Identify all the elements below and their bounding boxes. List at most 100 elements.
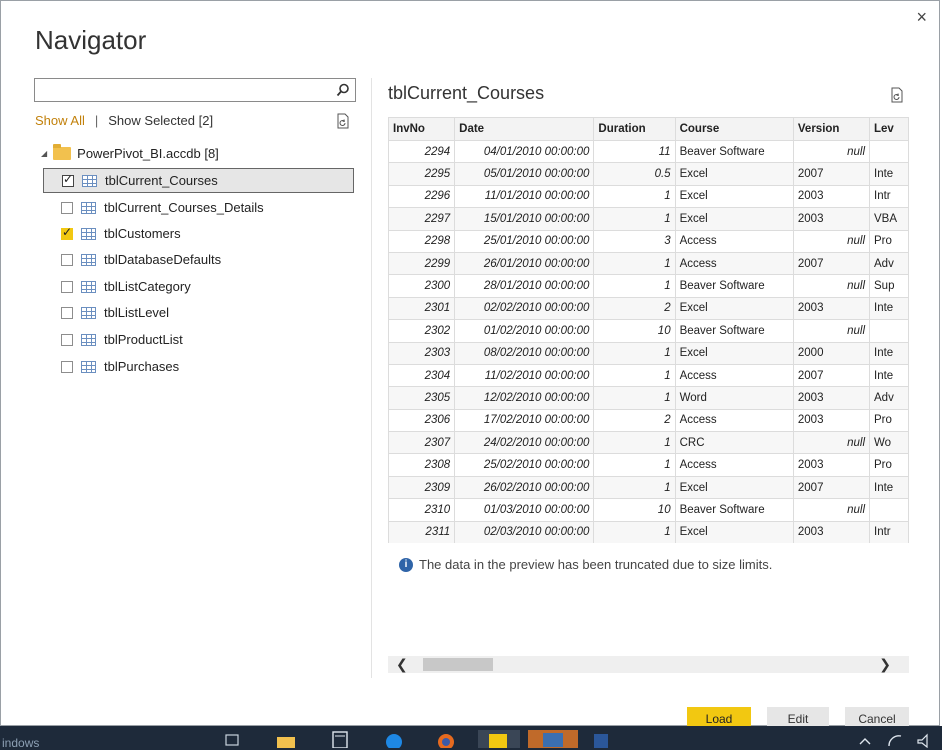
scroll-right-icon[interactable]: ❯ [879, 656, 891, 673]
scroll-left-icon[interactable]: ❮ [396, 656, 408, 673]
nav-item-tblProductList[interactable]: tblProductList [43, 327, 354, 352]
close-icon[interactable]: × [916, 7, 927, 28]
table-cell: Wo [869, 431, 909, 455]
table-row[interactable]: 2295 05/01/2010 00:00:00 0.5 Excel 2007 Inte [388, 162, 909, 186]
nav-item-tblCurrent_Courses_Details[interactable]: tblCurrent_Courses_Details [43, 195, 354, 220]
table-icon [81, 333, 96, 346]
table-row[interactable]: 2306 17/02/2010 00:00:00 2 Access 2003 Pro [388, 408, 909, 433]
table-row[interactable]: 2305 12/02/2010 00:00:00 1 Word 2003 Adv [388, 386, 909, 410]
table-row[interactable]: 2308 25/02/2010 00:00:00 1 Access 2003 Pro [388, 453, 909, 477]
table-row[interactable]: 2304 11/02/2010 00:00:00 1 Access 2007 Inte [388, 363, 909, 388]
table-cell: VBA [869, 207, 909, 231]
word-icon[interactable] [590, 730, 612, 748]
table-cell: 2007 [792, 475, 871, 500]
table-cell: 2297 [388, 207, 456, 231]
table-cell: Access [674, 229, 794, 253]
table-cell: Adv [869, 251, 909, 276]
table-row[interactable]: 2311 02/03/2010 00:00:00 1 Excel 2003 Intr [388, 520, 909, 543]
table-cell: null [792, 498, 871, 522]
collapse-arrow-icon[interactable]: ◢ [41, 149, 47, 158]
calculator-icon[interactable] [330, 730, 352, 749]
column-header[interactable]: InvNo [388, 117, 456, 141]
table-cell: 2306 [388, 408, 456, 433]
nav-item-tblCustomers[interactable]: tblCustomers [43, 221, 354, 246]
nav-item-tblCurrent_Courses[interactable]: tblCurrent_Courses [43, 168, 354, 193]
table-cell: 2296 [388, 184, 456, 209]
column-header[interactable]: Date [454, 117, 595, 141]
edge-browser-icon[interactable] [384, 730, 406, 750]
checkbox-checked-icon[interactable] [61, 225, 73, 240]
checkbox-checked-icon[interactable] [62, 172, 74, 187]
table-cell: 12/02/2010 00:00:00 [454, 386, 595, 410]
table-row[interactable]: 2296 11/01/2010 00:00:00 1 Excel 2003 Intr [388, 184, 909, 209]
checkbox-icon[interactable] [61, 280, 73, 293]
horizontal-scrollbar[interactable]: ❮ ❯ [388, 656, 909, 673]
show-selected-link[interactable]: Show Selected [2] [108, 113, 213, 128]
table-row[interactable]: 2309 26/02/2010 00:00:00 1 Excel 2007 Inte [388, 475, 909, 500]
nav-item-label: tblCurrent_Courses [105, 173, 218, 188]
tray-arrow-icon[interactable] [855, 730, 877, 748]
table-cell: 25/01/2010 00:00:00 [454, 229, 595, 253]
table-cell: 2294 [388, 139, 456, 164]
task-view-icon[interactable] [222, 730, 244, 748]
nav-item-tblPurchases[interactable]: tblPurchases [43, 354, 354, 379]
taskbar: indows [0, 726, 942, 750]
table-cell: 01/02/2010 00:00:00 [454, 319, 595, 343]
table-cell: 1 [593, 520, 676, 543]
search-icon[interactable] [331, 79, 355, 101]
column-header[interactable]: Version [792, 117, 871, 141]
power-bi-icon[interactable] [478, 730, 520, 748]
column-header[interactable]: Duration [593, 117, 676, 141]
table-row[interactable]: 2297 15/01/2010 00:00:00 1 Excel 2003 VBA [388, 207, 909, 231]
table-cell: 2003 [792, 184, 871, 209]
table-row[interactable]: 2298 25/01/2010 00:00:00 3 Access null Pro [388, 229, 909, 253]
table-cell [869, 319, 909, 343]
table-cell: 1 [593, 386, 676, 410]
excel-window-icon[interactable] [528, 730, 578, 748]
nav-item-tblListLevel[interactable]: tblListLevel [43, 300, 354, 325]
table-row[interactable]: 2303 08/02/2010 00:00:00 1 Excel 2000 Inte [388, 341, 909, 365]
tree-root-database[interactable]: ◢ PowerPivot_BI.accdb [8] [41, 144, 219, 161]
table-cell: Excel [674, 162, 794, 186]
firefox-icon[interactable] [436, 730, 458, 750]
table-cell: 15/01/2010 00:00:00 [454, 207, 595, 231]
nav-item-label: tblPurchases [104, 359, 180, 374]
table-icon [81, 227, 96, 240]
table-row[interactable]: 2300 28/01/2010 00:00:00 1 Beaver Software n… [388, 274, 909, 298]
taskbar-label: indows [2, 736, 40, 750]
table-cell: Beaver Software [674, 319, 794, 343]
table-cell [869, 498, 909, 522]
preview-grid[interactable]: InvNo Date Duration Course Version Lev 2… [388, 117, 909, 543]
refresh-preview-icon[interactable] [890, 87, 904, 108]
checkbox-icon[interactable] [61, 253, 73, 266]
checkbox-icon[interactable] [61, 360, 73, 373]
nav-item-tblListCategory[interactable]: tblListCategory [43, 274, 354, 299]
table-cell: 26/01/2010 00:00:00 [454, 251, 595, 276]
table-row[interactable]: 2307 24/02/2010 00:00:00 1 CRC null Wo [388, 431, 909, 455]
table-cell: null [792, 319, 871, 343]
show-all-link[interactable]: Show All [35, 113, 85, 128]
table-cell: 24/02/2010 00:00:00 [454, 431, 595, 455]
file-explorer-icon[interactable] [275, 730, 297, 748]
refresh-icon[interactable] [336, 113, 350, 134]
checkbox-icon[interactable] [61, 201, 73, 214]
scroll-thumb[interactable] [423, 658, 493, 671]
volume-icon[interactable] [915, 730, 937, 749]
table-row[interactable]: 2310 01/03/2010 00:00:00 10 Beaver Software… [388, 498, 909, 522]
search-input[interactable] [34, 78, 356, 102]
table-cell: 2298 [388, 229, 456, 253]
network-icon[interactable] [885, 730, 907, 748]
nav-item-tblDatabaseDefaults[interactable]: tblDatabaseDefaults [43, 247, 354, 272]
table-row[interactable]: 2294 04/01/2010 00:00:00 11 Beaver Software… [388, 139, 909, 164]
checkbox-icon[interactable] [61, 333, 73, 346]
table-row[interactable]: 2299 26/01/2010 00:00:00 1 Access 2007 Adv [388, 251, 909, 276]
column-header[interactable]: Course [674, 117, 794, 141]
column-header[interactable]: Lev [869, 117, 909, 141]
show-filter-row: Show All | Show Selected [2] [35, 113, 213, 128]
table-row[interactable]: 2301 02/02/2010 00:00:00 2 Excel 2003 Inte [388, 296, 909, 321]
table-cell: null [792, 274, 871, 298]
table-row[interactable]: 2302 01/02/2010 00:00:00 10 Beaver Software… [388, 319, 909, 343]
table-cell: 02/02/2010 00:00:00 [454, 296, 595, 321]
checkbox-icon[interactable] [61, 306, 73, 319]
table-cell: Inte [869, 363, 909, 388]
